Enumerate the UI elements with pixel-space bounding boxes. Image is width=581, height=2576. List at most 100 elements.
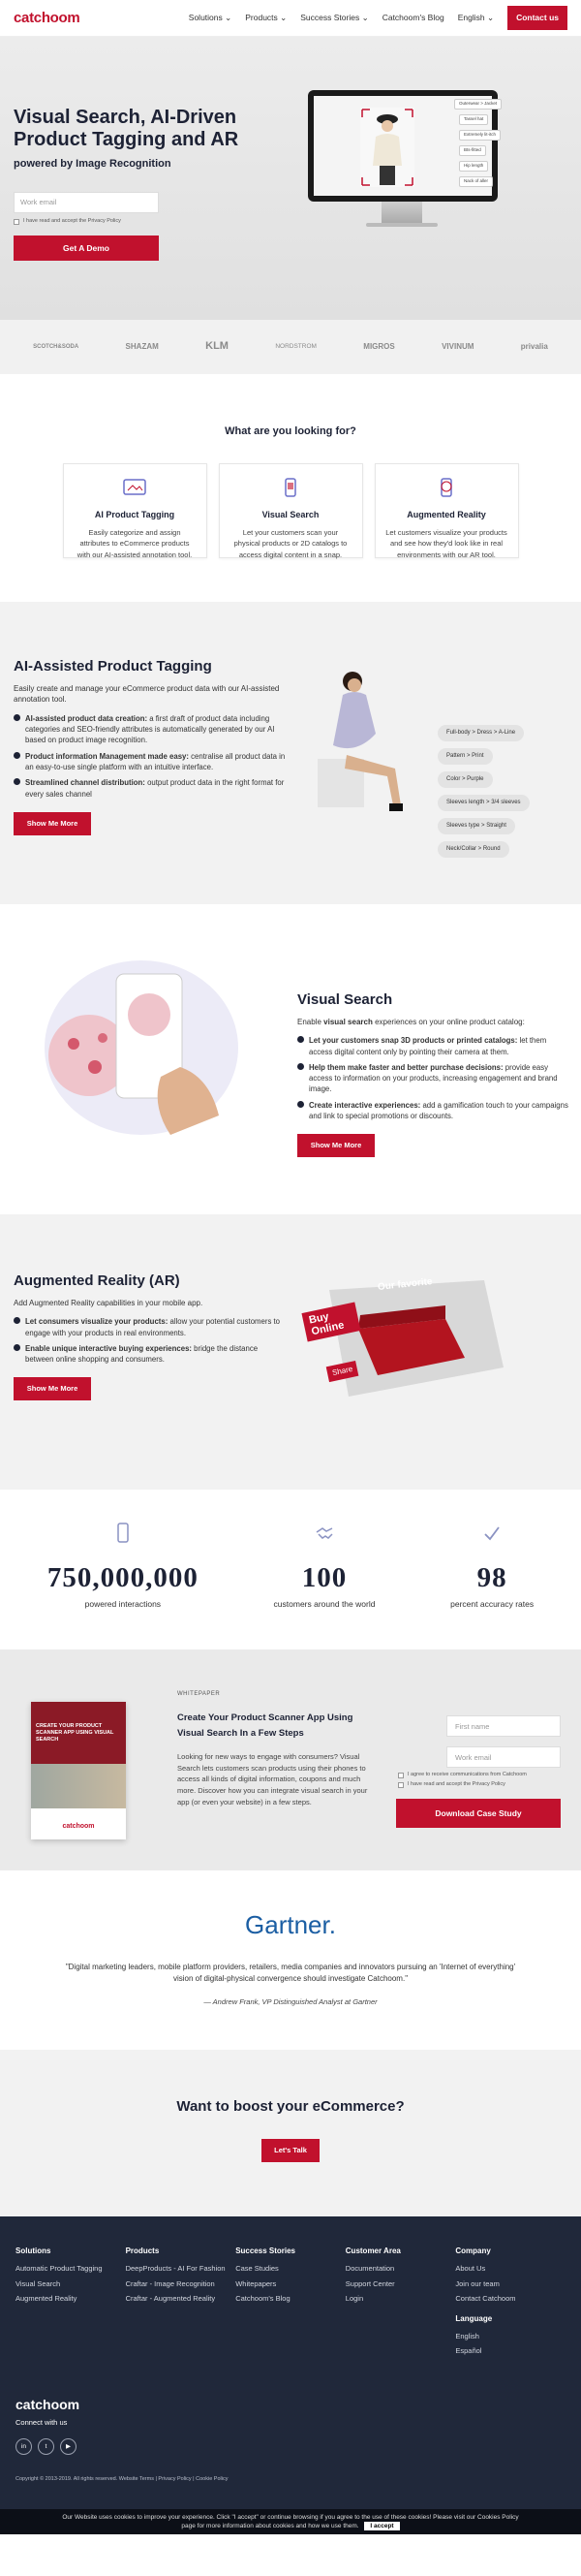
stat-number: 98 [476, 1561, 507, 1593]
card-visual-search[interactable]: Visual Search Let your customers scan yo… [218, 462, 363, 559]
feature-item: Create interactive experiences: add a ga… [297, 1100, 568, 1122]
stat-label: percent accuracy rates [450, 1599, 535, 1610]
model-dress-icon [318, 671, 403, 811]
stat-number: 750,000,000 [46, 1561, 199, 1593]
footer-link[interactable]: Contact Catchoom [455, 2294, 566, 2304]
section-lead: Easily create and manage your eCommerce … [14, 683, 280, 705]
show-more-button[interactable]: Show Me More [14, 811, 91, 835]
stat-accuracy: 98 percent accuracy rates [450, 1523, 534, 1611]
card-augmented-reality[interactable]: Augmented Reality Let customers visualiz… [374, 462, 519, 559]
feature-item: Let consumers visualize your products: a… [14, 1316, 285, 1338]
footer-link[interactable]: Login [346, 2294, 456, 2304]
feature-item: Enable unique interactive buying experie… [14, 1343, 285, 1366]
product-tag: Color > Purple [438, 770, 493, 788]
phone-scan-icon [45, 959, 238, 1135]
download-case-study-button[interactable]: Download Case Study [396, 1799, 561, 1829]
footer-link[interactable]: Craftar - Augmented Reality [126, 2294, 236, 2304]
footer-link[interactable]: Augmented Reality [15, 2294, 126, 2304]
section-title: Visual Search [297, 990, 393, 1008]
privacy-label: I have read and accept the Privacy Polic… [23, 217, 121, 224]
footer-col-products: Products DeepProducts - AI For Fashion C… [126, 2246, 236, 2362]
testimonial: Gartner. "Digital marketing leaders, mob… [0, 1870, 581, 2050]
footer-link[interactable]: DeepProducts - AI For Fashion [126, 2264, 236, 2274]
checkbox-icon[interactable] [14, 218, 19, 225]
brand-logo: MIGROS [363, 342, 395, 352]
brand-logo: privalia [520, 342, 548, 352]
nav-language[interactable]: English ⌄ [458, 12, 494, 23]
handshake-icon [316, 1527, 333, 1539]
footer-link[interactable]: Craftar - Image Recognition [126, 2279, 236, 2289]
gartner-logo: Gartner. [245, 1910, 336, 1940]
hero-tag-4: Bts-fitted [459, 145, 486, 156]
footer-logo[interactable]: catchoom [15, 2395, 566, 2414]
footer-link[interactable]: Case Studies [235, 2264, 346, 2274]
footer-link[interactable]: Join our team [455, 2279, 566, 2289]
stat-label: customers around the world [273, 1599, 376, 1610]
section-lead: Enable visual search experiences on your… [297, 1017, 525, 1026]
consent-checkbox[interactable]: I agree to receive communications from C… [398, 1772, 527, 1779]
brand-logo: NORDSTROM [275, 343, 317, 351]
contact-us-button[interactable]: Contact us [507, 6, 567, 30]
footer-link[interactable]: Automatic Product Tagging [15, 2264, 126, 2274]
site-header: catchoom Solutions ⌄ Products ⌄ Success … [0, 0, 581, 37]
checkbox-icon[interactable] [398, 1782, 404, 1789]
checkmark-icon [484, 1526, 500, 1541]
youtube-icon[interactable]: ▶ [60, 2438, 76, 2456]
show-more-button[interactable]: Show Me More [297, 1134, 375, 1158]
cta-title: Want to boost your eCommerce? [176, 2098, 405, 2116]
hero-tag-3: Extremely lit-itch [459, 130, 502, 141]
ar-catalog-image: Buy Online Share Our favorite [300, 1271, 504, 1406]
cover-logo: catchoom [62, 1823, 95, 1831]
accept-cookies-button[interactable]: I accept [364, 2522, 400, 2531]
footer-link[interactable]: Catchoom's Blog [235, 2294, 346, 2304]
brand-logo: VIVINUM [442, 342, 474, 352]
testimonial-quote: "Digital marketing leaders, mobile platf… [65, 1962, 516, 1984]
privacy-checkbox[interactable]: I have read and accept the Privacy Polic… [14, 218, 567, 226]
language-link[interactable]: Español [455, 2346, 566, 2356]
linkedin-icon[interactable]: in [15, 2438, 32, 2456]
monitor-image: Outerwear > Jacket Tassel hat Extremely … [308, 90, 503, 202]
stat-interactions: 750,000,000 powered interactions [47, 1523, 199, 1611]
main-nav: Solutions ⌄ Products ⌄ Success Stories ⌄… [189, 6, 567, 30]
nav-success-stories[interactable]: Success Stories ⌄ [300, 12, 368, 23]
footer-link[interactable]: Visual Search [15, 2279, 126, 2289]
stats-bar: 750,000,000 powered interactions 100 cus… [0, 1490, 581, 1649]
nav-solutions[interactable]: Solutions ⌄ [189, 12, 231, 23]
ar-icon [441, 478, 452, 497]
logo[interactable]: catchoom [14, 8, 80, 29]
solutions-overview: What are you looking for? AI Product Tag… [0, 374, 581, 602]
feature-item: Streamlined channel distribution: output… [14, 777, 294, 800]
brand-logo: SHAZAM [125, 342, 159, 352]
checkbox-icon[interactable] [398, 1773, 404, 1779]
ar-section: Augmented Reality (AR) Add Augmented Rea… [0, 1213, 581, 1490]
email-field[interactable]: Work email [446, 1746, 561, 1769]
feature-item: Product information Management made easy… [14, 751, 294, 773]
connect-label: Connect with us [15, 2418, 68, 2428]
footer-link[interactable]: Support Center [346, 2279, 456, 2289]
twitter-icon[interactable]: t [38, 2438, 54, 2456]
whitepaper-text: WHITEPAPER Create Your Product Scanner A… [177, 1690, 381, 1807]
phone-icon [285, 478, 296, 497]
email-field[interactable]: Work email [14, 191, 159, 213]
hero-tag-6: Nack of aller [459, 176, 494, 187]
whitepaper-section: CREATE YOUR PRODUCT SCANNER APP USING VI… [0, 1649, 581, 1871]
privacy-checkbox[interactable]: I have read and accept the Privacy Polic… [398, 1781, 505, 1789]
card-ai-tagging[interactable]: AI Product Tagging Easily categorize and… [62, 462, 207, 559]
footer-link[interactable]: Whitepapers [235, 2279, 346, 2289]
brand-logo: SCOTCH&SODA [33, 343, 79, 350]
hero-tag-1: Outerwear > Jacket [454, 99, 503, 110]
section-title: What are you looking for? [225, 425, 356, 437]
language-link[interactable]: English [455, 2332, 566, 2341]
cover-title: CREATE YOUR PRODUCT SCANNER APP USING VI… [31, 1702, 126, 1765]
lets-talk-button[interactable]: Let's Talk [261, 2139, 320, 2163]
nav-products[interactable]: Products ⌄ [245, 12, 287, 23]
section-lead: Add Augmented Reality capabilities in yo… [14, 1298, 203, 1307]
footer-link[interactable]: About Us [455, 2264, 566, 2274]
monitor-stand [382, 202, 422, 223]
footer-link[interactable]: Documentation [346, 2264, 456, 2274]
show-more-button[interactable]: Show Me More [14, 1377, 91, 1401]
footer-col-customer: Customer Area Documentation Support Cent… [346, 2246, 456, 2362]
get-demo-button[interactable]: Get A Demo [14, 235, 159, 261]
nav-blog[interactable]: Catchoom's Blog [382, 12, 444, 23]
first-name-field[interactable]: First name [446, 1715, 561, 1738]
